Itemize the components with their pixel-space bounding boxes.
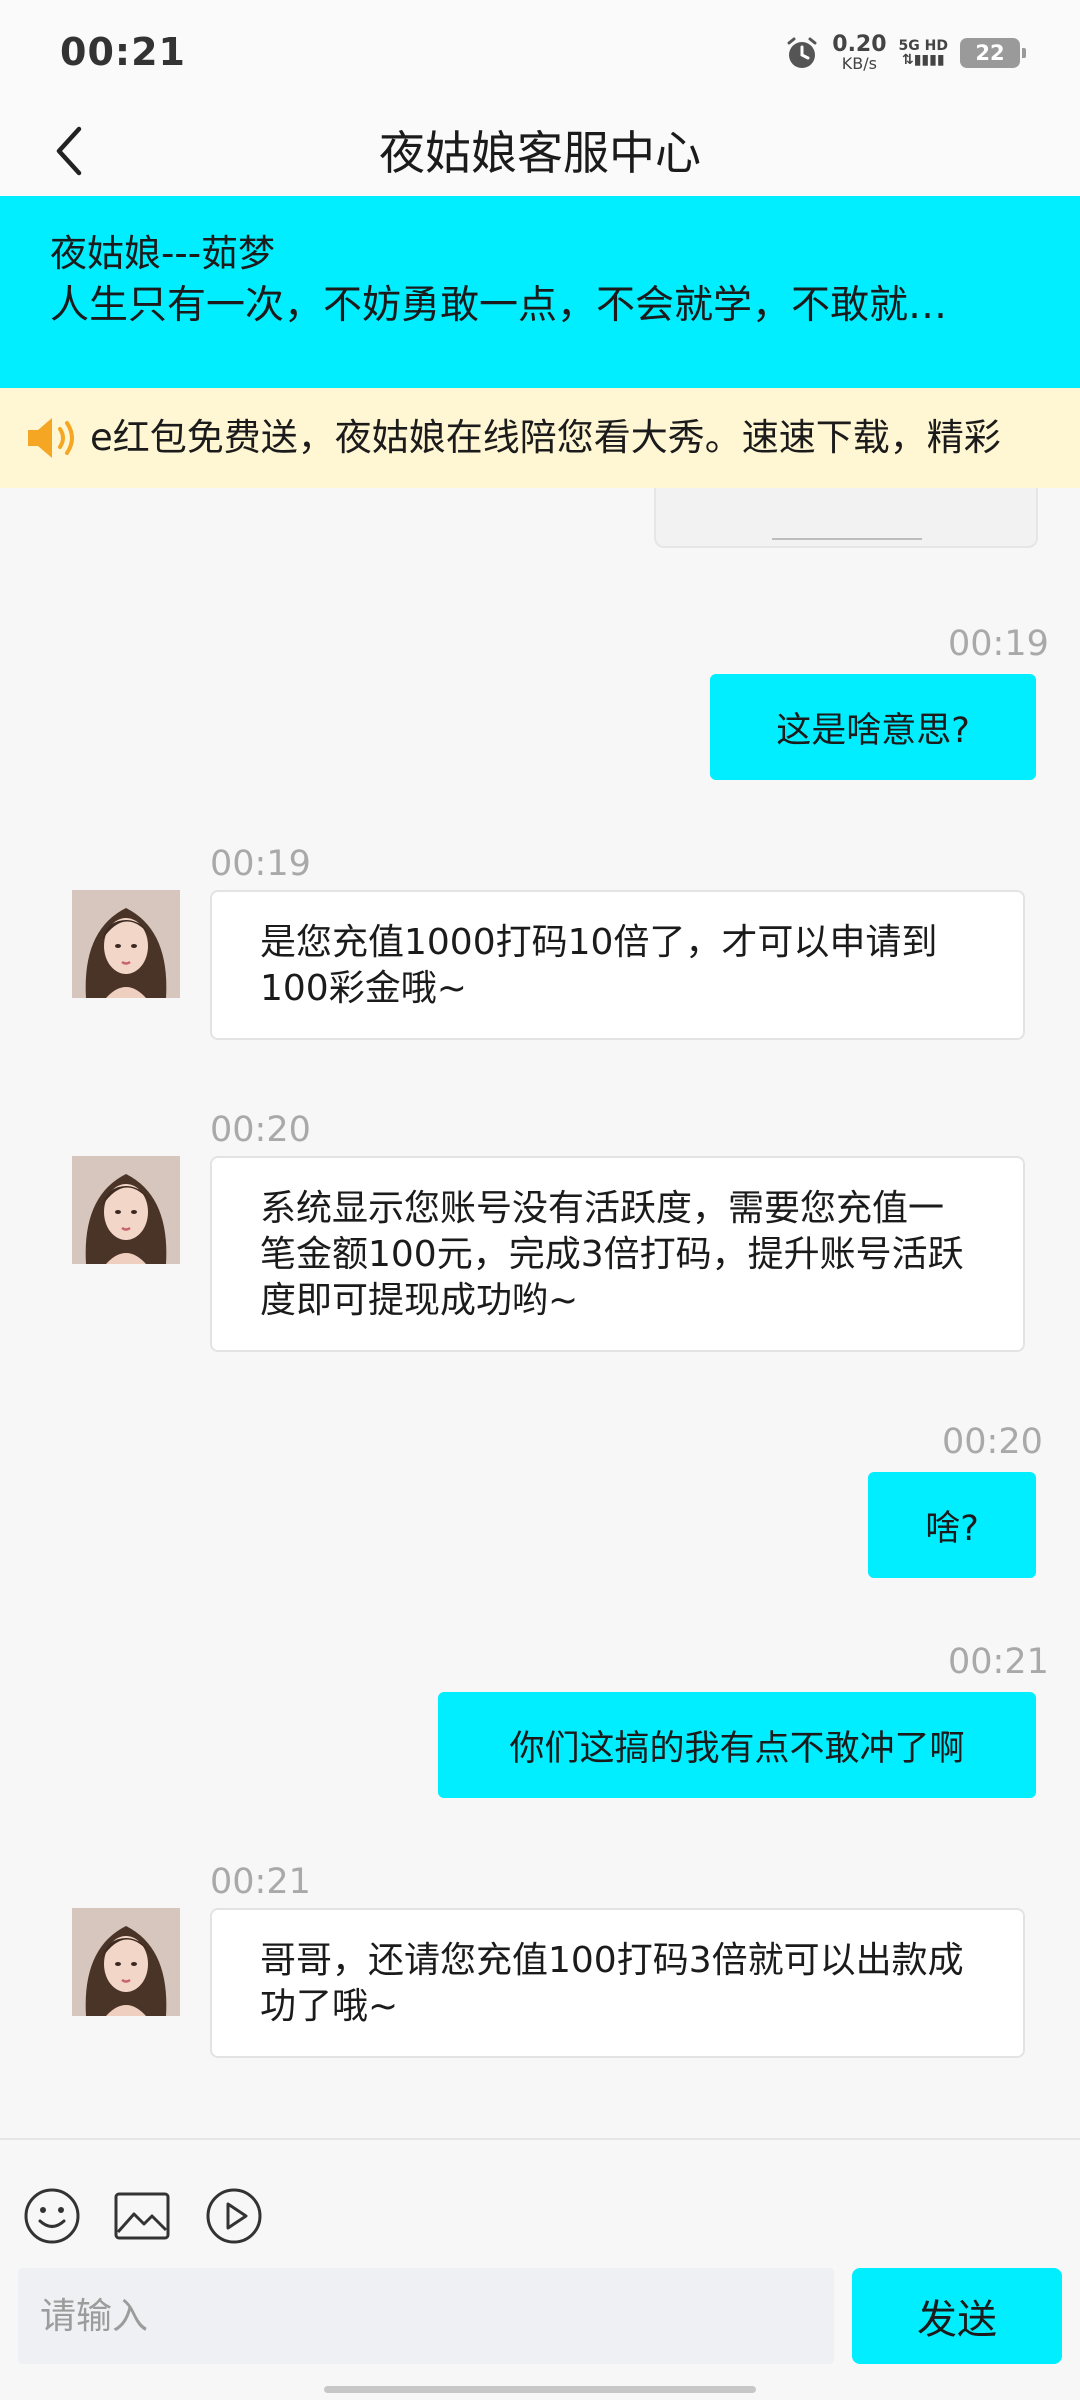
back-button[interactable] [34,116,104,186]
message-bubble-sent[interactable]: 这是啥意思? [710,674,1036,780]
composer: 发送 [0,2140,1080,2400]
avatar-image [72,890,180,998]
message-timestamp: 00:20 [210,1110,311,1150]
message-bubble-sent[interactable]: 啥? [868,1472,1036,1578]
message-timestamp: 00:20 [942,1422,1043,1462]
announcement-text: e红包免费送，夜姑娘在线陪您看大秀。速速下载，精彩 [90,416,1001,459]
message-input[interactable] [18,2268,834,2364]
agent-avatar[interactable] [72,1156,180,1264]
network-type: 5G HD [898,38,948,54]
agent-name: 夜姑娘---茹梦 [50,232,276,275]
message-card-partial [654,488,1038,548]
message-bubble-received[interactable]: 哥哥，还请您充值100打码3倍就可以出款成功了哦~ [210,1908,1025,2058]
home-indicator[interactable] [324,2386,756,2393]
announcement-marquee[interactable]: e红包免费送，夜姑娘在线陪您看大秀。速速下载，精彩 [0,388,1080,488]
video-play-icon[interactable] [204,2186,264,2246]
chat-list[interactable]: 00:19 这是啥意思? 00:19 是您充值1000打码10倍了，才可以申请到… [0,488,1080,2138]
message-bubble-received[interactable]: 是您充值1000打码10倍了，才可以申请到100彩金哦~ [210,890,1025,1040]
battery-level: 22 [975,41,1005,65]
speaker-icon [28,418,74,458]
image-icon[interactable] [112,2186,172,2246]
network-speed: 0.20 KB/s [832,34,886,72]
signal-icon: 5G HD ⇅▮▮▮▮ [899,39,948,67]
agent-motto: 人生只有一次，不妨勇敢一点，不会就学，不敢就… [50,283,948,328]
status-icons: 0.20 KB/s 5G HD ⇅▮▮▮▮ 22 [784,34,1026,72]
status-time: 00:21 [60,30,186,74]
avatar-image [72,1908,180,2016]
battery-icon: 22 [960,38,1026,68]
nav-header: 夜姑娘客服中心 [0,110,1080,196]
message-timestamp: 00:21 [210,1862,311,1902]
emoji-icon[interactable] [22,2186,82,2246]
signal-bars: ⇅▮▮▮▮ [902,52,945,68]
alarm-icon [787,37,817,68]
message-timestamp: 00:19 [210,844,311,884]
avatar-image [72,1156,180,1264]
status-bar: 00:21 0.20 KB/s 5G HD ⇅▮▮▮▮ 22 [0,0,1080,110]
agent-avatar[interactable] [72,890,180,998]
message-bubble-sent[interactable]: 你们这搞的我有点不敢冲了啊 [438,1692,1036,1798]
message-timestamp: 00:19 [948,624,1049,664]
page-title: 夜姑娘客服中心 [379,126,701,180]
message-bubble-received[interactable]: 系统显示您账号没有活跃度，需要您充值一笔金额100元，完成3倍打码，提升账号活跃… [210,1156,1025,1352]
message-timestamp: 00:21 [948,1642,1049,1682]
network-speed-value: 0.20 [832,32,887,57]
agent-avatar[interactable] [72,1908,180,2016]
network-speed-unit: KB/s [841,54,877,73]
agent-notice: 夜姑娘---茹梦 人生只有一次，不妨勇敢一点，不会就学，不敢就… [0,196,1080,388]
chevron-left-icon [56,126,82,176]
send-button[interactable]: 发送 [852,2268,1062,2364]
